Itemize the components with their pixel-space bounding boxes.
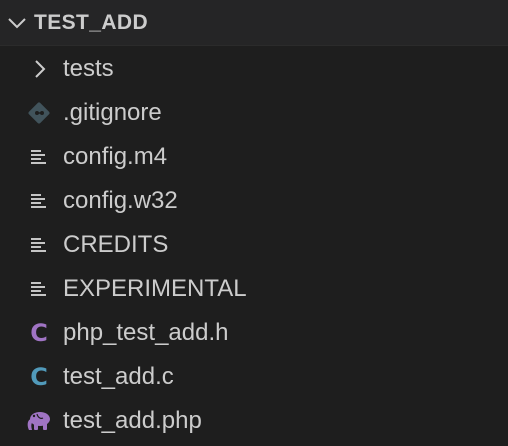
section-title: TEST_ADD	[34, 11, 149, 34]
tree-item-php-test-add-h[interactable]: C php_test_add.h	[0, 311, 508, 355]
tree-item-gitignore[interactable]: .gitignore	[0, 91, 508, 135]
php-elephant-icon	[26, 408, 52, 434]
tree-item-label: CREDITS	[63, 231, 169, 258]
tree-item-label: php_test_add.h	[63, 319, 229, 346]
tree-item-config-m4[interactable]: config.m4	[0, 135, 508, 179]
tree-item-tests-folder[interactable]: tests	[0, 47, 508, 91]
c-header-icon-glyph: C	[30, 319, 48, 347]
chevron-right-icon[interactable]	[26, 56, 52, 82]
tree-item-label: config.m4	[63, 143, 168, 170]
tree-item-experimental[interactable]: EXPERIMENTAL	[0, 267, 508, 311]
tree-item-label: EXPERIMENTAL	[63, 275, 247, 302]
c-source-icon-glyph: C	[30, 363, 48, 391]
c-source-icon: C	[26, 364, 52, 390]
text-file-icon	[26, 232, 52, 258]
tree-item-credits[interactable]: CREDITS	[0, 223, 508, 267]
text-file-icon	[26, 188, 52, 214]
tree-item-test-add-c[interactable]: C test_add.c	[0, 355, 508, 399]
chevron-down-icon[interactable]	[6, 12, 28, 34]
tree-item-label: config.w32	[63, 187, 178, 214]
file-explorer: TEST_ADD tests .gitignore config.m4 conf…	[0, 0, 508, 446]
tree-item-label: test_add.php	[63, 407, 202, 434]
text-file-icon	[26, 144, 52, 170]
explorer-section-header[interactable]: TEST_ADD	[0, 0, 508, 46]
c-header-icon: C	[26, 320, 52, 346]
tree-item-label: .gitignore	[63, 99, 162, 126]
tree-item-label: tests	[63, 55, 114, 82]
git-icon	[26, 100, 52, 126]
text-file-icon	[26, 276, 52, 302]
tree-item-label: test_add.c	[63, 363, 174, 390]
tree-item-test-add-php[interactable]: test_add.php	[0, 399, 508, 443]
tree-item-config-w32[interactable]: config.w32	[0, 179, 508, 223]
